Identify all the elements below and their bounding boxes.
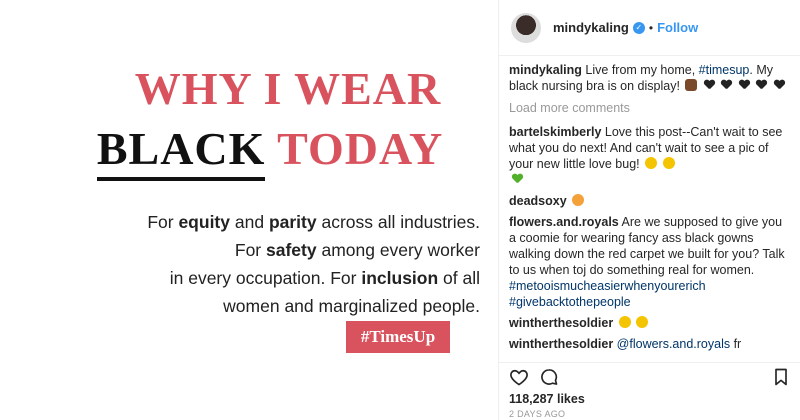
comment-username[interactable]: bartelskimberly (509, 125, 601, 139)
smiling-emoji-icon (662, 157, 675, 169)
grimacing-emoji-icon (618, 316, 631, 328)
bookmark-icon[interactable] (771, 367, 791, 387)
likes-count[interactable]: 118,287 likes (509, 392, 585, 406)
caption-hashtag[interactable]: #timesup (699, 63, 750, 77)
follow-button[interactable]: Follow (657, 20, 698, 35)
post-image: WHY I WEAR BLACK TODAY For equity and pa… (0, 0, 498, 420)
post-timestamp: 2 DAYS AGO (509, 409, 566, 419)
comment-username[interactable]: wintherthesoldier (509, 337, 613, 351)
header-username[interactable]: mindykaling (553, 20, 629, 35)
black-heart-icon (756, 80, 767, 90)
action-bar (499, 362, 800, 386)
comment-username[interactable]: flowers.and.royals (509, 215, 619, 229)
comment: wintherthesoldier @flowers.and.royals fr (509, 337, 742, 351)
comment: bartelskimberly Love this post--Can't wa… (509, 124, 785, 188)
verified-icon: ✓ (632, 21, 645, 34)
comment-hashtag[interactable]: #givebacktothepeople (509, 295, 631, 309)
heart-eyes-emoji-icon (645, 157, 658, 169)
headline-today-word: TODAY (277, 123, 444, 174)
load-more-comments-link[interactable]: Load more comments (509, 100, 785, 116)
black-heart-icon (704, 80, 715, 90)
caption: mindykaling Live from my home, #timesup.… (509, 62, 785, 94)
grimacing-emoji-icon (636, 316, 649, 328)
timesup-hashtag-badge: #TimesUp (346, 321, 450, 353)
comment-icon[interactable] (539, 367, 559, 387)
comment: deadsoxy (509, 193, 785, 209)
comment-username[interactable]: wintherthesoldier (509, 316, 613, 330)
comment-hashtag[interactable]: #metooismucheasierwhenyourerich (509, 279, 706, 293)
headline-line-2: BLACK TODAY (0, 122, 550, 181)
comment: flowers.and.royals Are we supposed to gi… (509, 215, 785, 309)
black-heart-icon (774, 80, 785, 90)
comments-list: mindykaling Live from my home, #timesup.… (499, 62, 800, 357)
green-heart-icon (512, 174, 523, 184)
heart-icon[interactable] (509, 367, 529, 387)
caption-username[interactable]: mindykaling (509, 63, 582, 77)
black-heart-icon (739, 80, 750, 90)
headline-black-word: BLACK (96, 122, 266, 181)
separator-dot: • (648, 20, 654, 35)
post-header: mindykaling ✓ • Follow (499, 0, 800, 56)
black-heart-icon (721, 80, 732, 90)
flexed-arm-icon (685, 79, 698, 91)
avatar[interactable] (511, 12, 541, 43)
comment-mention[interactable]: @flowers.and.royals (617, 337, 730, 351)
comment-username[interactable]: deadsoxy (509, 194, 567, 208)
comment: wintherthesoldier (509, 315, 785, 331)
raised-hands-emoji-icon (572, 194, 585, 206)
post-body-text: For equity and parity across all industr… (147, 212, 480, 316)
post-side-panel: mindykaling ✓ • Follow mindykaling Live … (498, 0, 800, 420)
headline-line-1: WHY I WEAR (134, 63, 442, 114)
